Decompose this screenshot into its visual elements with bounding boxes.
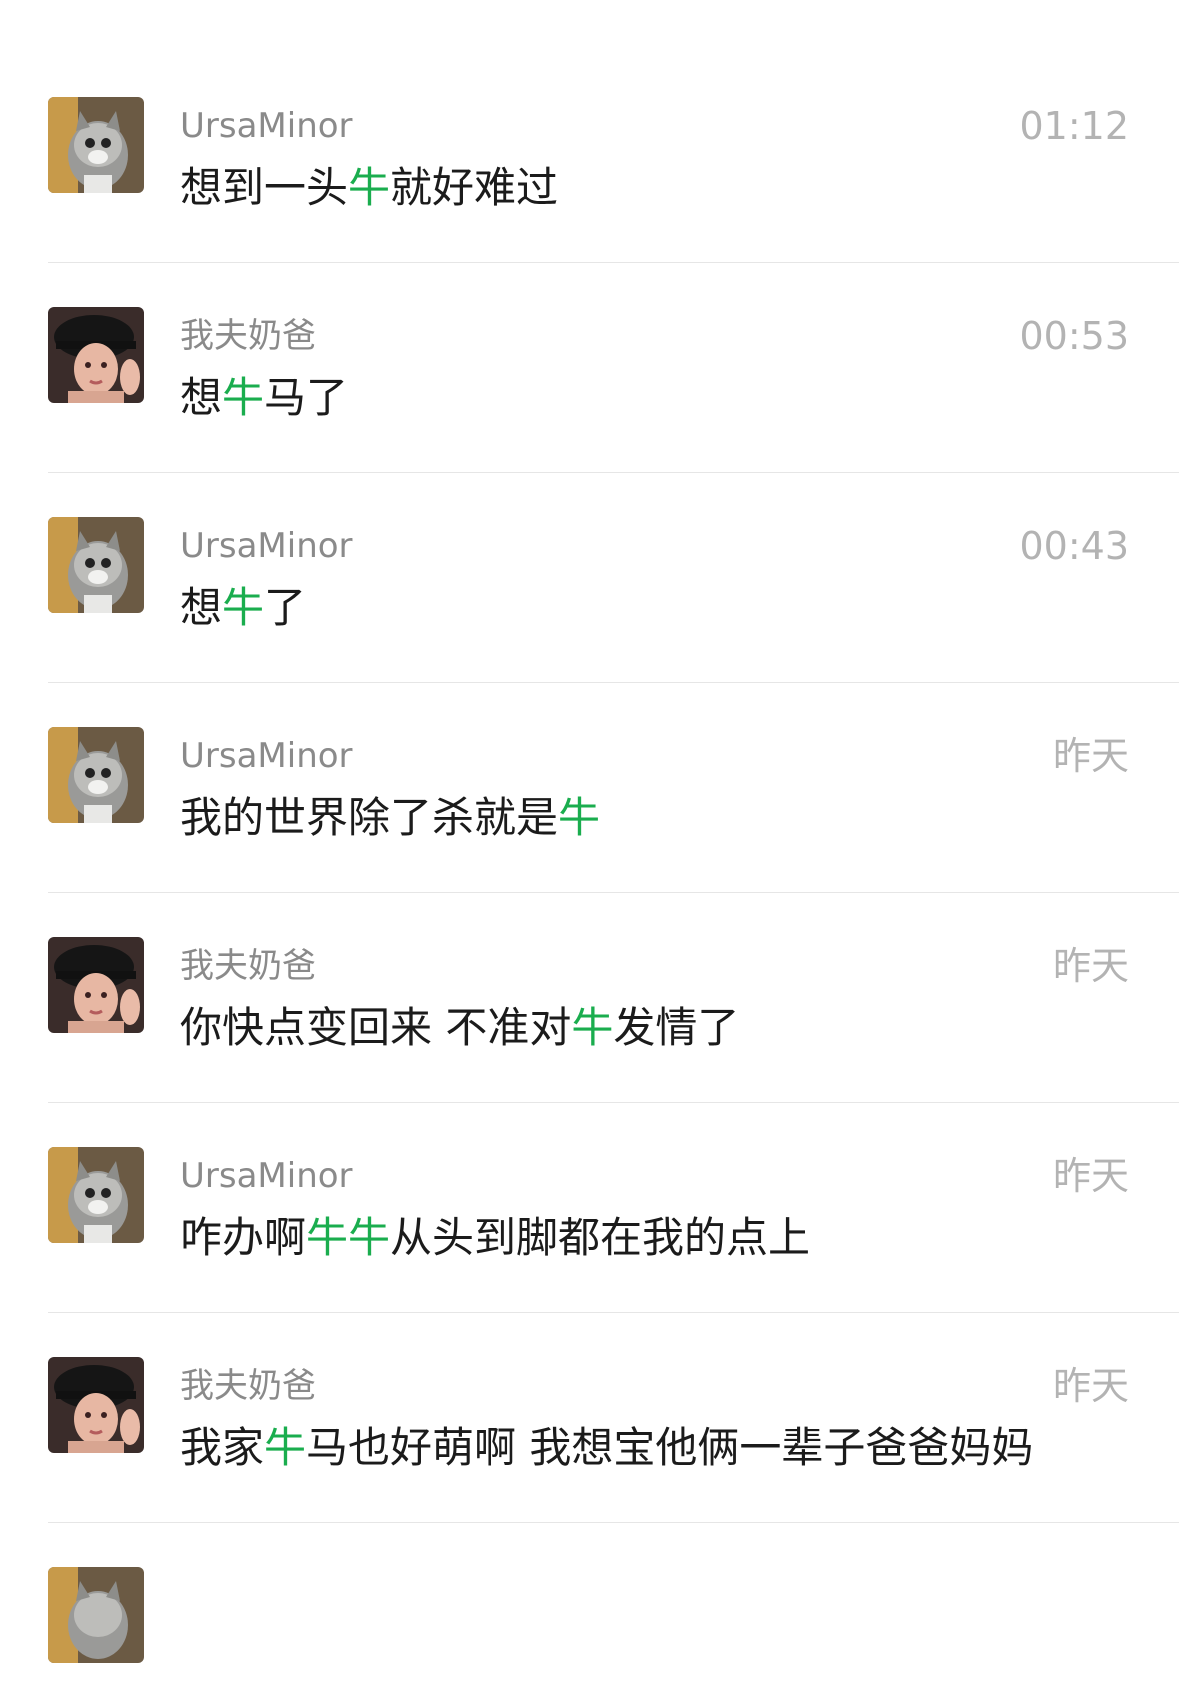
keyword-highlight: 牛牛 — [306, 1213, 391, 1262]
timestamp: 00:53 — [1019, 314, 1129, 358]
timestamp: 昨天 — [1052, 734, 1129, 778]
result-item[interactable]: 我夫奶爸 昨天 我家牛马也好萌啊 我想宝他俩一辈子爸爸妈妈 — [0, 1260, 1179, 1484]
timestamp: 昨天 — [1052, 1154, 1129, 1198]
message-text: 就好难过 — [390, 163, 559, 212]
message-preview: 你快点变回来 不准对牛发情了 — [180, 1002, 739, 1054]
sender-name: UrsaMinor — [180, 106, 353, 146]
girl-avatar[interactable] — [48, 307, 144, 403]
result-item[interactable]: UrsaMinor 昨天 我的世界除了杀就是牛 — [0, 630, 1179, 854]
timestamp: 00:43 — [1019, 524, 1129, 568]
message-text: 马了 — [264, 373, 349, 422]
message-preview: 想牛马了 — [180, 372, 348, 424]
message-text: 马也好萌啊 我想宝他俩一辈子爸爸妈妈 — [306, 1423, 1034, 1472]
message-text: 发情了 — [613, 1003, 740, 1052]
girl-avatar[interactable] — [48, 937, 144, 1033]
cat-avatar[interactable] — [48, 97, 144, 193]
sender-name: 我夫奶爸 — [180, 316, 316, 356]
message-text: 从头到脚都在我的点上 — [390, 1213, 811, 1262]
message-preview: 我的世界除了杀就是牛 — [180, 792, 600, 844]
sender-name: 我夫奶爸 — [180, 1366, 316, 1406]
message-text: 想到一头 — [180, 163, 349, 212]
message-preview: 想到一头牛就好难过 — [180, 162, 558, 214]
message-text: 了 — [264, 583, 307, 632]
cat-avatar[interactable] — [48, 1567, 144, 1663]
result-item[interactable]: UrsaMinor 00:43 想牛了 — [0, 420, 1179, 644]
message-preview: 咋办啊牛牛从头到脚都在我的点上 — [180, 1212, 810, 1264]
timestamp: 昨天 — [1052, 1364, 1129, 1408]
message-text: 咋办啊 — [180, 1213, 307, 1262]
sender-name: UrsaMinor — [180, 526, 353, 566]
keyword-highlight: 牛 — [558, 793, 601, 842]
girl-avatar[interactable] — [48, 1357, 144, 1453]
sender-name: UrsaMinor — [180, 1156, 353, 1196]
message-preview: 我家牛马也好萌啊 我想宝他俩一辈子爸爸妈妈 — [180, 1422, 1033, 1474]
sender-name: 我夫奶爸 — [180, 946, 316, 986]
cat-avatar[interactable] — [48, 1147, 144, 1243]
timestamp: 昨天 — [1052, 944, 1129, 988]
result-item-partial[interactable] — [0, 1470, 1179, 1694]
timestamp: 01:12 — [1019, 104, 1129, 148]
message-text: 你快点变回来 不准对 — [180, 1003, 572, 1052]
cat-avatar[interactable] — [48, 517, 144, 613]
cat-avatar[interactable] — [48, 727, 144, 823]
message-text: 我家 — [180, 1423, 265, 1472]
keyword-highlight: 牛 — [571, 1003, 614, 1052]
result-item[interactable]: 我夫奶爸 昨天 你快点变回来 不准对牛发情了 — [0, 840, 1179, 1064]
result-item[interactable]: 我夫奶爸 00:53 想牛马了 — [0, 210, 1179, 434]
message-text: 想 — [180, 583, 223, 632]
result-item[interactable]: UrsaMinor 01:12 想到一头牛就好难过 — [0, 0, 1179, 224]
message-text: 想 — [180, 373, 223, 422]
keyword-highlight: 牛 — [222, 373, 265, 422]
result-item[interactable]: UrsaMinor 昨天 咋办啊牛牛从头到脚都在我的点上 — [0, 1050, 1179, 1274]
keyword-highlight: 牛 — [222, 583, 265, 632]
message-preview: 想牛了 — [180, 582, 306, 634]
message-text: 我的世界除了杀就是 — [180, 793, 559, 842]
sender-name: UrsaMinor — [180, 736, 353, 776]
keyword-highlight: 牛 — [348, 163, 391, 212]
keyword-highlight: 牛 — [264, 1423, 307, 1472]
